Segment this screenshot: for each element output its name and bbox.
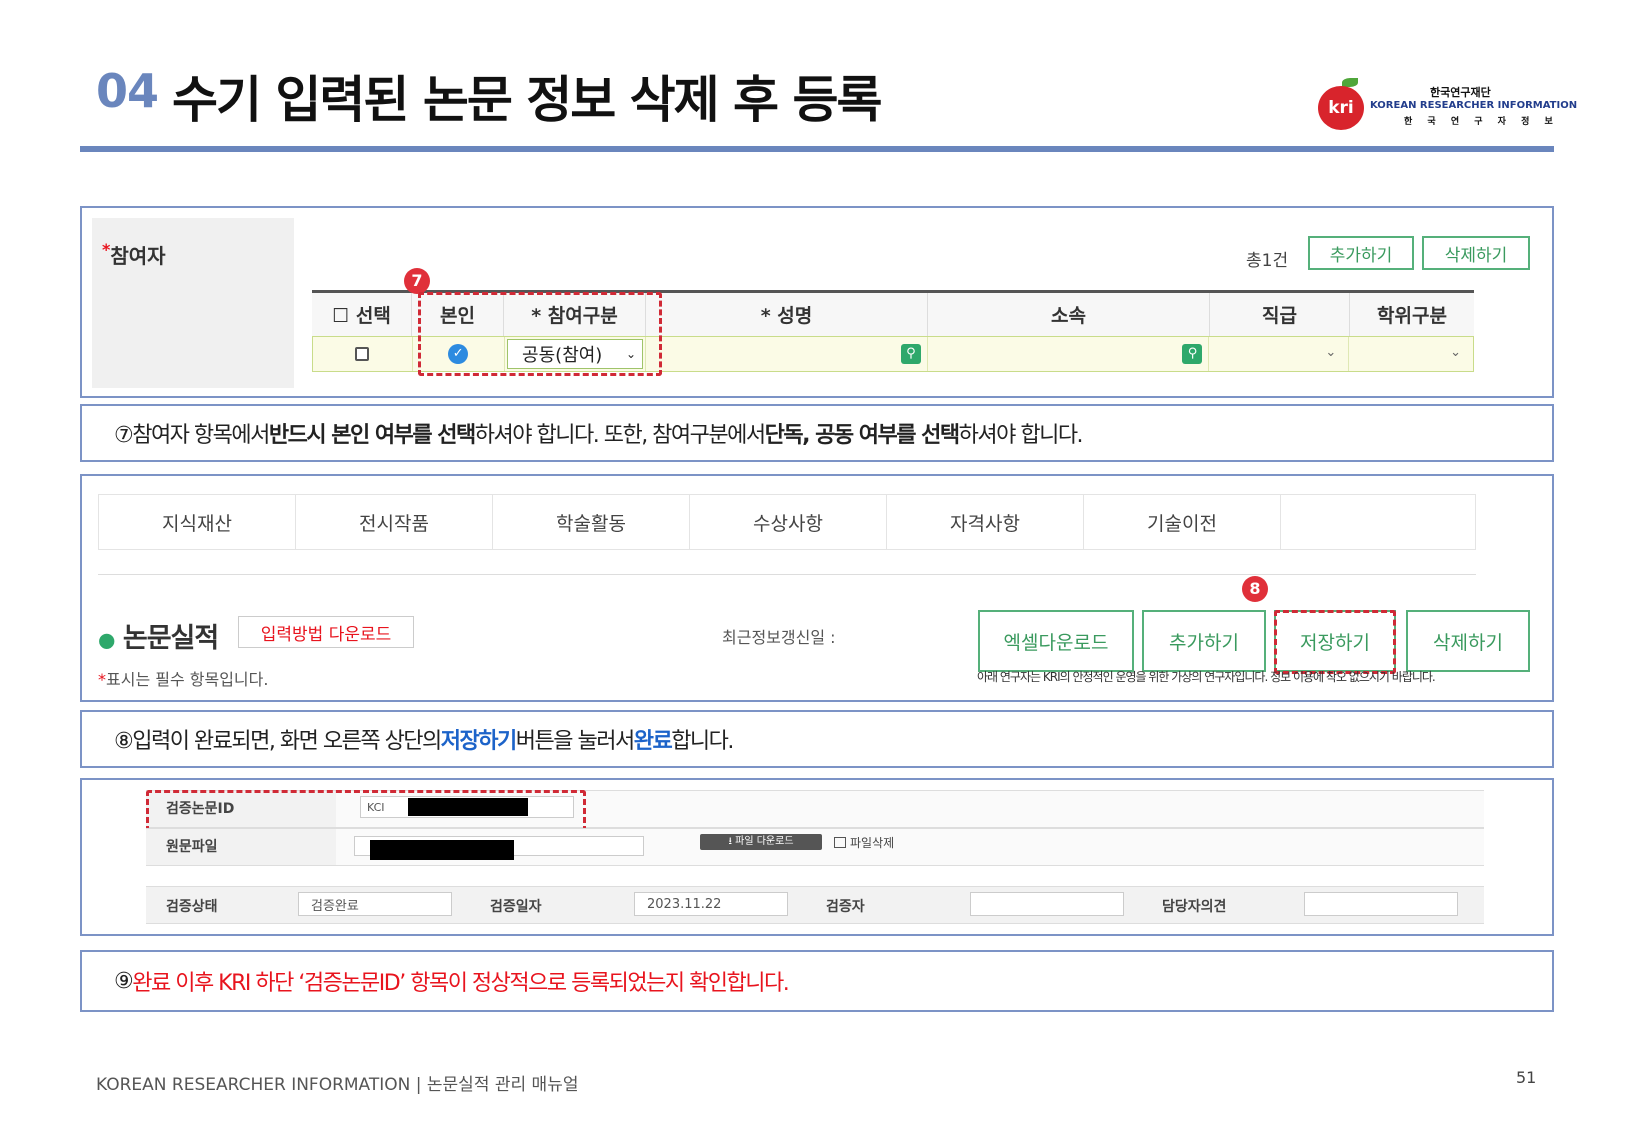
add-button[interactable]: 추가하기	[1142, 610, 1266, 672]
tab-exhibitions[interactable]: 전시작품	[296, 495, 493, 549]
note7-bold-1: 반드시 본인 여부를 선택	[268, 423, 476, 448]
column-header-affiliation: 소속	[928, 293, 1210, 336]
excel-download-button[interactable]: 엑셀다운로드	[978, 610, 1134, 672]
column-header-position: 직급	[1210, 293, 1350, 336]
total-count: 총1건	[1246, 251, 1289, 271]
footer-title: KOREAN RESEARCHER INFORMATION | 논문실적 관리 …	[96, 1075, 579, 1095]
note-step-8: ⑧입력이 완료되면, 화면 오른쪽 상단의 저장하기 버튼을 눌러서 완료 합니다…	[80, 710, 1554, 768]
add-participant-button[interactable]: 추가하기	[1308, 236, 1414, 270]
row-affiliation-cell[interactable]: ⚲	[928, 337, 1210, 371]
chevron-down-icon: ⌄	[1450, 345, 1461, 360]
participants-panel: *참여자 총1건 추가하기 삭제하기 ☐ 선택 본인 * 참여구분 * 성명 소…	[80, 206, 1554, 398]
logo-line-2: KOREAN RESEARCHER INFORMATION	[1370, 100, 1578, 111]
apple-logo-icon: kri	[1318, 86, 1364, 130]
file-download-button[interactable]: ⭳ 파일 다운로드	[700, 834, 822, 850]
redacted-file-name	[370, 840, 514, 860]
date-field: 2023.11.22	[634, 892, 788, 916]
row-checkbox[interactable]	[355, 347, 370, 361]
last-update-label: 최근정보갱신일 :	[722, 628, 836, 647]
note8-text-1: ⑧입력이 완료되면, 화면 오른쪽 상단의	[114, 729, 442, 754]
tab-academic-activities[interactable]: 학술활동	[493, 495, 690, 549]
page-title: 수기 입력된 논문 정보 삭제 후 등록	[172, 71, 882, 129]
manager-opinion-label: 담당자의견	[1162, 899, 1227, 915]
original-file-label: 원문파일	[166, 839, 218, 855]
input-method-download-button[interactable]: 입력방법 다운로드	[238, 616, 414, 648]
kri-logo: kri 한국연구재단 KOREAN RESEARCHER INFORMATION…	[1318, 78, 1577, 132]
highlight-box-self-and-type	[418, 292, 662, 376]
note8-emphasis-2: 완료	[633, 729, 673, 754]
bullet-icon: ●	[98, 627, 115, 652]
row-select-cell	[313, 337, 413, 371]
chevron-down-icon: ⌄	[1325, 345, 1337, 360]
note7-text-2: 하셔야 합니다. 또한, 참여구분에서	[474, 423, 766, 448]
required-note: *표시는 필수 항목입니다.	[98, 670, 269, 689]
note7-text-3: 하셔야 합니다.	[958, 423, 1084, 448]
step-8-badge: 8	[1242, 576, 1268, 602]
tab-empty	[1281, 495, 1475, 549]
divider	[98, 574, 1476, 575]
note8-text-3: 합니다.	[671, 729, 734, 754]
note8-text-2: 버튼을 눌러서	[515, 729, 635, 754]
row-degree-select[interactable]: ⌄	[1349, 337, 1473, 371]
search-icon[interactable]: ⚲	[1182, 344, 1203, 364]
delete-participant-button[interactable]: 삭제하기	[1422, 236, 1530, 270]
column-header-name: * 성명	[646, 293, 928, 336]
achievements-panel: 지식재산 전시작품 학술활동 수상사항 자격사항 기술이전 ● 논문실적 입력방…	[80, 474, 1554, 702]
verifier-field	[970, 892, 1124, 916]
participants-label: *참여자	[102, 240, 166, 268]
search-icon[interactable]: ⚲	[900, 344, 921, 364]
column-header-select[interactable]: ☐ 선택	[312, 293, 412, 336]
tab-awards[interactable]: 수상사항	[690, 495, 887, 549]
note9-text: 완료 이후 KRI 하단 ‘검증논문ID’ 항목이 정상적으로 등록되었는지 확…	[132, 971, 790, 996]
section-number: 04	[96, 64, 159, 118]
note7-bold-2: 단독, 공동 여부를 선택	[764, 423, 961, 448]
virtual-researcher-notice: 아래 연구자는 KRI의 안정적인 운영을 위한 가상의 연구자입니다. 정보 …	[977, 670, 1436, 684]
delete-button[interactable]: 삭제하기	[1406, 610, 1530, 672]
page-number: 51	[1516, 1068, 1537, 1087]
tab-intellectual-property[interactable]: 지식재산	[99, 495, 296, 549]
logo-line-1: 한국연구재단	[1430, 86, 1491, 99]
row-name-cell[interactable]: ⚲	[646, 337, 928, 371]
note7-text-1: ⑦참여자 항목에서	[114, 423, 270, 448]
date-label: 검증일자	[490, 899, 542, 915]
status-label: 검증상태	[166, 899, 218, 915]
note8-emphasis-1: 저장하기	[440, 729, 517, 754]
highlight-box-save	[1274, 610, 1396, 674]
tab-tech-transfer[interactable]: 기술이전	[1084, 495, 1281, 549]
highlight-box-paper-id	[146, 790, 586, 832]
verifier-label: 검증자	[826, 899, 865, 915]
file-delete-checkbox[interactable]: 파일삭제	[834, 834, 894, 851]
note-step-7: ⑦참여자 항목에서 반드시 본인 여부를 선택 하셔야 합니다. 또한, 참여구분…	[80, 404, 1554, 462]
tab-qualifications[interactable]: 자격사항	[887, 495, 1084, 549]
checkbox-icon	[834, 837, 846, 848]
title-divider	[80, 146, 1554, 152]
logo-line-3: 한 국 연 구 자 정 보	[1404, 117, 1559, 127]
note-step-9: ⑨ 완료 이후 KRI 하단 ‘검증논문ID’ 항목이 정상적으로 등록되었는지…	[80, 950, 1554, 1012]
verification-panel: 검증논문ID KCI 원문파일 ⭳ 파일 다운로드 파일삭제 검증상태 검증완료…	[80, 778, 1554, 936]
column-header-degree: 학위구분	[1377, 305, 1447, 327]
section-title: ● 논문실적	[98, 623, 219, 654]
manager-opinion-field	[1304, 892, 1458, 916]
status-field: 검증완료	[298, 892, 452, 916]
step-7-badge: 7	[404, 268, 430, 294]
row-position-select[interactable]: ⌄	[1209, 337, 1350, 371]
note9-number: ⑨	[114, 968, 134, 994]
category-tabs: 지식재산 전시작품 학술활동 수상사항 자격사항 기술이전	[98, 494, 1476, 550]
